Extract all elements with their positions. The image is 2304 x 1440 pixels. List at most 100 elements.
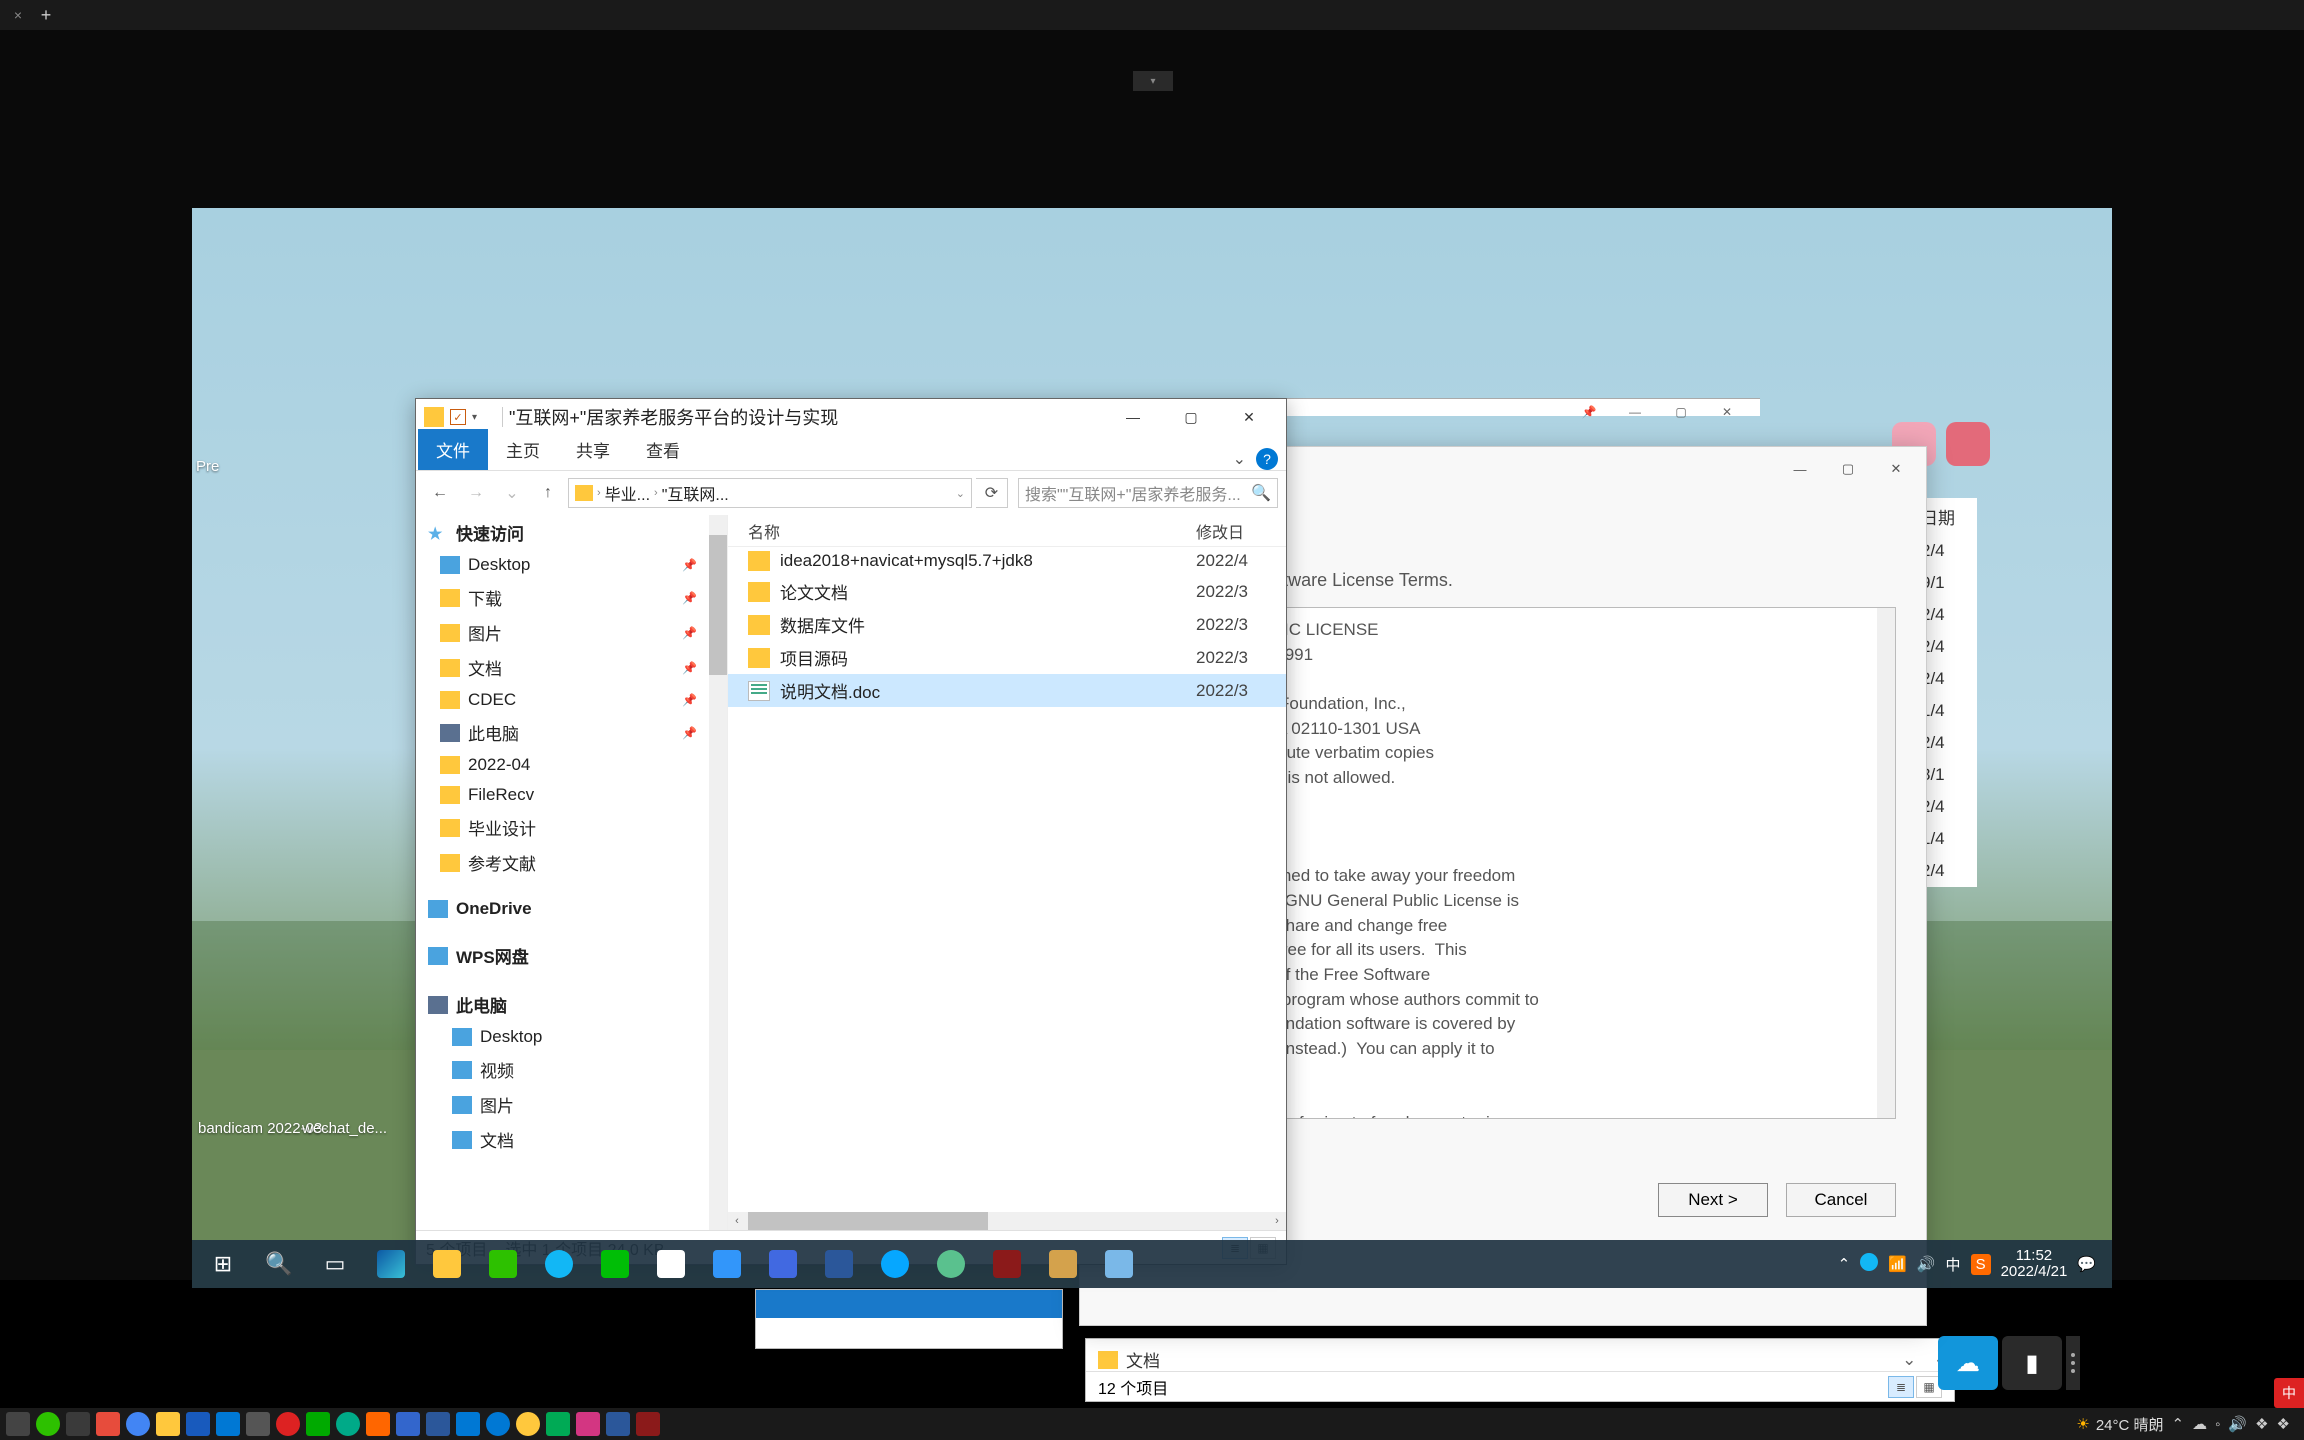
view-details-icon[interactable]: ≣	[1888, 1376, 1914, 1398]
ribbon-tab-0[interactable]: 文件	[418, 429, 488, 470]
host-app-icon[interactable]	[66, 1412, 90, 1436]
chat-icon[interactable]	[926, 1244, 976, 1284]
taskbar-clock[interactable]: 11:52 2022/4/21	[2001, 1248, 2068, 1281]
host-app-icon[interactable]	[426, 1412, 450, 1436]
file-row[interactable]: idea2018+navicat+mysql5.7+jdk82022/4	[728, 547, 1286, 575]
sidebar-item[interactable]: WPS网盘	[416, 938, 727, 973]
tray-status-icon[interactable]: ◦	[2215, 1416, 2220, 1433]
cancel-button[interactable]: Cancel	[1786, 1183, 1896, 1217]
host-explorer-icon[interactable]	[156, 1412, 180, 1436]
refresh-icon[interactable]: ⟳	[976, 478, 1008, 508]
ribbon-tab-2[interactable]: 共享	[558, 429, 628, 470]
wechat-icon[interactable]	[478, 1244, 528, 1284]
cloud-float-icon[interactable]: ☁	[1938, 1336, 1998, 1390]
float-menu-dots-icon[interactable]	[2066, 1336, 2080, 1390]
file-row[interactable]: 说明文档.doc2022/3	[728, 674, 1286, 707]
close-button[interactable]: ✕	[1220, 399, 1278, 435]
chevron-right-icon[interactable]: ›	[654, 487, 658, 499]
host-ime-badge[interactable]: 中	[2274, 1378, 2304, 1408]
sidebar-scrollbar-thumb[interactable]	[709, 535, 727, 675]
license-close[interactable]: ✕	[1872, 452, 1920, 486]
host-app-icon[interactable]	[246, 1412, 270, 1436]
search-taskbar-icon[interactable]: 🔍	[254, 1244, 304, 1284]
tray-app-icon[interactable]: ❖	[2255, 1415, 2268, 1433]
horizontal-scrollbar[interactable]: ‹ ›	[728, 1212, 1286, 1230]
scroll-right-icon[interactable]: ›	[1268, 1212, 1286, 1230]
next-button[interactable]: Next >	[1658, 1183, 1768, 1217]
chevron-right-icon[interactable]: ›	[597, 487, 601, 499]
tray-app-icon[interactable]	[1860, 1253, 1878, 1275]
tray-sogou-icon[interactable]: S	[1971, 1254, 1991, 1275]
sidebar-item[interactable]: 此电脑	[416, 987, 727, 1022]
sidebar-item[interactable]: 下载📌	[416, 580, 727, 615]
host-chrome-icon[interactable]	[126, 1412, 150, 1436]
column-date-header[interactable]: 修改日	[1196, 519, 1286, 543]
file-row[interactable]: 数据库文件2022/3	[728, 608, 1286, 641]
start-button[interactable]: ⊞	[198, 1244, 248, 1284]
help-icon[interactable]: ?	[1256, 448, 1278, 470]
tray-ime-indicator[interactable]: 中	[1946, 1254, 1961, 1275]
sidebar-item[interactable]: 参考文献	[416, 845, 727, 880]
tray-app-icon[interactable]: ❖	[2277, 1415, 2290, 1433]
tray-wifi-icon[interactable]: 📶	[1888, 1255, 1907, 1273]
dingtalk-icon[interactable]	[702, 1244, 752, 1284]
license-maximize[interactable]: ▢	[1824, 452, 1872, 486]
sidebar-item[interactable]: ★快速访问	[416, 515, 727, 550]
file-row[interactable]: 项目源码2022/3	[728, 641, 1286, 674]
iqiyi-icon[interactable]	[590, 1244, 640, 1284]
bg-window-close[interactable]: ✕	[1704, 398, 1750, 426]
app-icon-3[interactable]	[1094, 1244, 1144, 1284]
sidebar-item[interactable]: OneDrive	[416, 894, 727, 924]
sidebar-item[interactable]: FileRecv	[416, 780, 727, 810]
minimize-button[interactable]: —	[1104, 399, 1162, 435]
sidebar-item[interactable]: Desktop	[416, 1022, 727, 1052]
host-app-icon[interactable]	[486, 1412, 510, 1436]
quickaccess-dropdown-icon[interactable]: ▾	[472, 412, 486, 423]
app-icon-2[interactable]	[1038, 1244, 1088, 1284]
sidebar-item[interactable]: 图片	[416, 1087, 727, 1122]
tray-volume-icon[interactable]: 🔊	[1917, 1255, 1936, 1273]
license-scrollbar[interactable]	[1877, 608, 1895, 1118]
qq-icon[interactable]	[534, 1244, 584, 1284]
host-app-icon[interactable]	[456, 1412, 480, 1436]
notifications-icon[interactable]: 💬	[2077, 1255, 2096, 1273]
host-app-icon[interactable]	[546, 1412, 570, 1436]
file-row[interactable]: 论文文档2022/3	[728, 575, 1286, 608]
host-app-icon[interactable]	[366, 1412, 390, 1436]
taskview-icon[interactable]: ▭	[310, 1244, 360, 1284]
wps-icon[interactable]	[758, 1244, 808, 1284]
sidebar-item[interactable]: 图片📌	[416, 615, 727, 650]
sidebar-item[interactable]: 文档📌	[416, 650, 727, 685]
sidebar-item[interactable]: 毕业设计	[416, 810, 727, 845]
host-app-icon[interactable]	[516, 1412, 540, 1436]
address-bar[interactable]: › 毕业... › "互联网... ⌄	[568, 478, 972, 508]
sidebar-item[interactable]: CDEC📌	[416, 685, 727, 715]
breadcrumb-segment[interactable]: "互联网...	[662, 481, 729, 505]
host-tab-add[interactable]: +	[36, 5, 56, 25]
sidebar-item[interactable]: 2022-04	[416, 750, 727, 780]
sidebar-item[interactable]: 文档	[416, 1122, 727, 1157]
host-app-icon[interactable]	[636, 1412, 660, 1436]
host-app-icon[interactable]	[96, 1412, 120, 1436]
sidebar-item[interactable]: 此电脑📌	[416, 715, 727, 750]
host-app-icon[interactable]	[306, 1412, 330, 1436]
ribbon-tab-3[interactable]: 查看	[628, 429, 698, 470]
host-app-icon[interactable]	[576, 1412, 600, 1436]
breadcrumb-segment[interactable]: 毕业...	[605, 481, 650, 505]
scroll-left-icon[interactable]: ‹	[728, 1212, 746, 1230]
explorer-icon[interactable]	[422, 1244, 472, 1284]
maximize-button[interactable]: ▢	[1162, 399, 1220, 435]
dropdown-hint-icon[interactable]: ▾	[1133, 71, 1173, 91]
host-tab-close[interactable]: ×	[8, 5, 28, 25]
ribbon-expand-icon[interactable]: ⌄	[1233, 449, 1246, 469]
host-app-icon[interactable]	[216, 1412, 240, 1436]
tray-chevron-up-icon[interactable]: ⌃	[2172, 1415, 2185, 1433]
video-float-icon[interactable]: ▮	[2002, 1336, 2062, 1390]
host-app-icon[interactable]	[396, 1412, 420, 1436]
ribbon-tab-1[interactable]: 主页	[488, 429, 558, 470]
host-record-icon[interactable]	[276, 1412, 300, 1436]
search-icon[interactable]: 🔍	[1251, 483, 1271, 503]
sidebar-item[interactable]: Desktop📌	[416, 550, 727, 580]
app-icon[interactable]	[982, 1244, 1032, 1284]
search-input[interactable]: 搜索""互联网+"居家养老服务... 🔍	[1018, 478, 1278, 508]
